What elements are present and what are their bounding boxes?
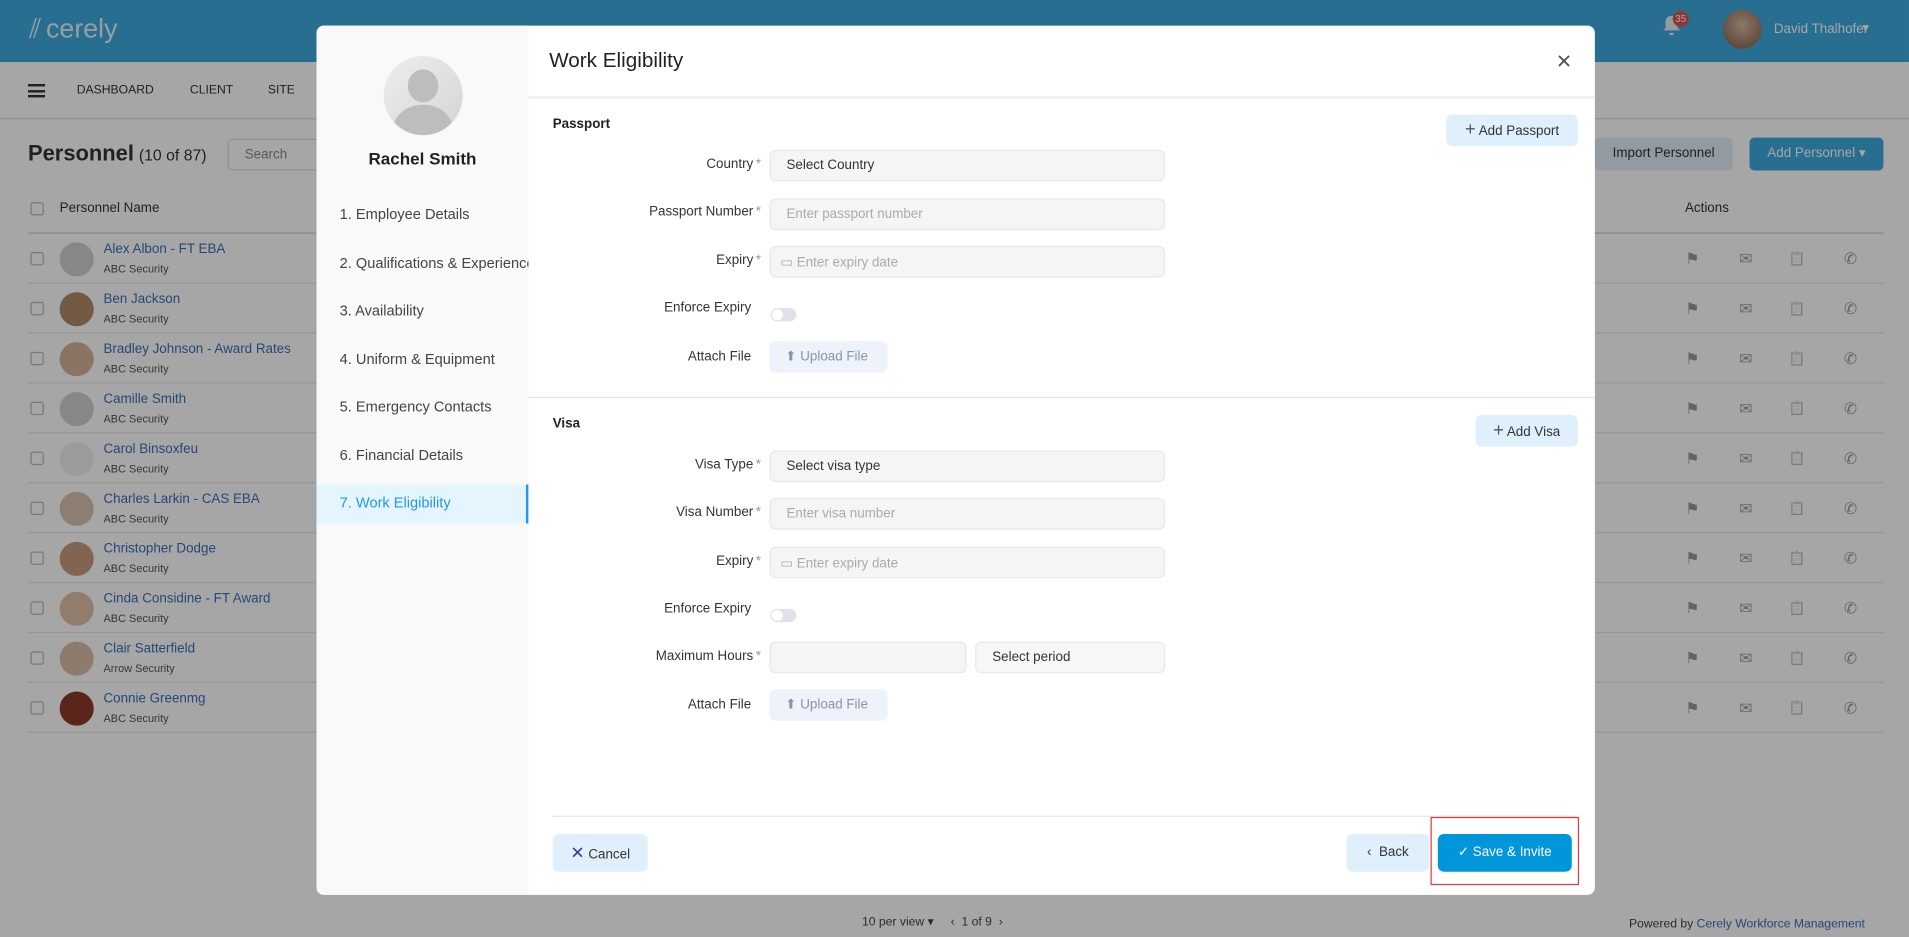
step-6[interactable]: 6. Financial Details [317,436,529,475]
work-eligibility-modal: Rachel Smith Work Eligibility ✕ Passport… [316,25,1595,895]
visa-heading: Visa [552,416,581,431]
person-name: Rachel Smith [368,148,477,169]
upload-icon: ⬆ [785,349,797,365]
passport-expiry-input[interactable]: ▭ Enter expiry date [769,245,1166,278]
close-icon[interactable]: ✕ [1556,50,1572,74]
passport-expiry-label: Expiry * [716,253,761,268]
visa-upload-button[interactable]: ⬆ Upload File [769,689,888,721]
visa-attach-label: Attach File [687,697,752,713]
country-select[interactable]: Select Country [769,149,1166,182]
passport-enforce-expiry-label: Enforce Expiry [664,300,752,316]
visa-expiry-input[interactable]: ▭ Enter expiry date [769,546,1166,579]
calendar-icon: ▭ [780,255,794,271]
step-4[interactable]: 4. Uniform & Equipment [317,340,529,379]
passport-upload-button[interactable]: ⬆ Upload File [769,340,888,373]
period-select[interactable]: Select period [975,641,1166,674]
step-1[interactable]: 1. Employee Details [317,196,529,235]
visa-type-label: Visa Type * [694,457,761,473]
passport-enforce-expiry-toggle[interactable] [770,308,797,322]
x-icon: ✕ [570,842,585,862]
avatar [383,56,463,136]
passport-number-label: Passport Number * [649,204,761,220]
step-7[interactable]: 7. Work Eligibility [316,484,529,524]
calendar-icon: ▭ [780,556,794,571]
section-divider [528,396,1595,399]
footer-divider [552,815,1578,817]
visa-enforce-expiry-toggle[interactable] [770,608,797,623]
maximum-hours-input[interactable] [769,641,967,674]
add-visa-button[interactable]: + Add Visa [1475,415,1578,447]
step-3[interactable]: 3. Availability [317,292,529,331]
add-passport-button[interactable]: + Add Passport [1446,114,1578,147]
highlight-box [1430,816,1580,886]
visa-number-label: Visa Number * [676,505,761,520]
step-2[interactable]: 2. Qualifications & Experience [317,244,529,283]
passport-attach-label: Attach File [687,349,752,365]
visa-expiry-label: Expiry * [716,553,761,569]
passport-number-input[interactable]: Enter passport number [769,198,1166,231]
visa-number-input[interactable]: Enter visa number [769,497,1166,530]
header-divider [528,96,1595,99]
upload-icon: ⬆ [785,697,797,713]
chevron-left-icon: ‹ [1367,844,1372,860]
visa-type-select[interactable]: Select visa type [769,450,1166,483]
passport-heading: Passport [552,116,611,132]
back-button[interactable]: ‹ Back [1346,833,1430,872]
step-5[interactable]: 5. Emergency Contacts [317,388,529,427]
cancel-button[interactable]: ✕ Cancel [552,833,648,872]
country-label: Country * [706,157,761,172]
modal-title: Work Eligibility [549,48,684,72]
visa-enforce-expiry-label: Enforce Expiry [664,601,752,617]
maximum-hours-label: Maximum Hours * [655,648,761,664]
